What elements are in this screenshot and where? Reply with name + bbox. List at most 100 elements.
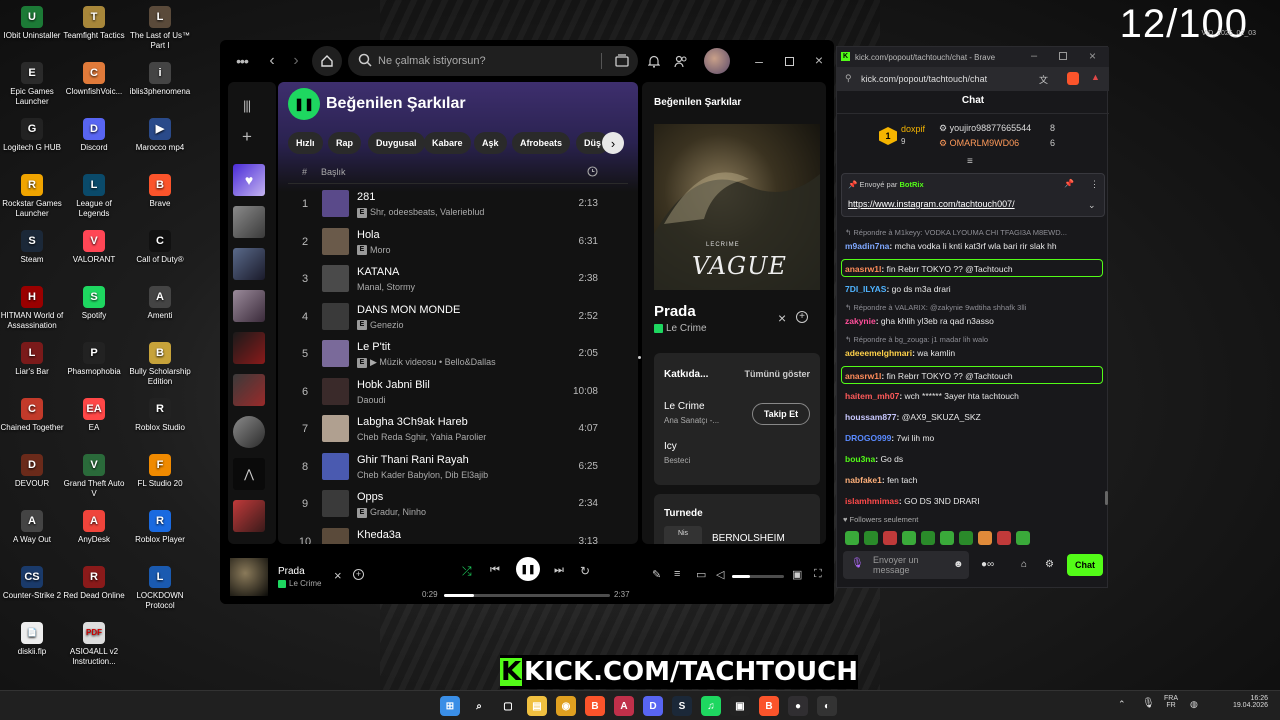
- desktop-icon[interactable]: CS Counter-Strike 2: [0, 566, 64, 601]
- desktop-icon[interactable]: A A Way Out: [0, 510, 64, 545]
- network-icon[interactable]: ◍: [1190, 699, 1198, 710]
- desktop-icon[interactable]: 📄 diskii.flp: [0, 622, 64, 657]
- desktop-icon[interactable]: L LOCKDOWN Protocol: [128, 566, 192, 611]
- now-title[interactable]: Prada: [278, 566, 305, 577]
- hide-icon[interactable]: ×: [334, 568, 342, 583]
- library-thumb[interactable]: [233, 416, 265, 448]
- filter-chip[interactable]: Rap: [328, 132, 362, 154]
- track-artist-name[interactable]: Shr, odeesbeats, Valerieblud: [370, 207, 484, 217]
- track-artist-name[interactable]: Moro: [370, 245, 391, 255]
- rewards-icon[interactable]: ▲: [1091, 72, 1100, 82]
- desktop-icon[interactable]: A AnyDesk: [62, 510, 126, 545]
- tray-arrow-icon[interactable]: ⌃: [1118, 699, 1126, 710]
- emote-icon[interactable]: [959, 531, 973, 545]
- chat-username[interactable]: anasrw1l: [845, 264, 881, 274]
- filter-chip[interactable]: Kabare: [424, 132, 471, 154]
- track-row[interactable]: 8 Ghir Thani Rani Rayah Cheb Kader Babylon…: [288, 449, 628, 486]
- track-title[interactable]: Kheda3a: [357, 529, 401, 541]
- track-row[interactable]: 6 Hobk Jabni Blil Daoudi 10:08: [288, 374, 628, 411]
- emote-icon[interactable]: [883, 531, 897, 545]
- library-thumb[interactable]: [233, 290, 265, 322]
- emote-icon[interactable]: [902, 531, 916, 545]
- browse-icon[interactable]: [615, 54, 629, 70]
- track-row[interactable]: 2 Hola E Moro 6:31: [288, 224, 628, 261]
- desktop-icon[interactable]: EA EA: [62, 398, 126, 433]
- desktop-icon[interactable]: S Steam: [0, 230, 64, 265]
- track-title[interactable]: Ghir Thani Rani Rayah: [357, 454, 469, 466]
- menu-dots-icon[interactable]: •••: [232, 53, 252, 69]
- address-bar[interactable]: ⚲ kick.com/popout/tachtouch/chat 文 ▲: [837, 67, 1109, 91]
- chat-username[interactable]: DROGO999: [845, 433, 891, 443]
- lyrics-icon[interactable]: ✎: [652, 568, 661, 581]
- desktop-icon[interactable]: L The Last of Us™ Part I: [128, 6, 192, 51]
- desktop-icon[interactable]: H HITMAN World of Assassination: [0, 286, 64, 331]
- brave-shield-icon[interactable]: [1067, 72, 1079, 85]
- brave-icon[interactable]: B: [585, 696, 605, 716]
- track-title[interactable]: 281: [357, 191, 375, 203]
- add-icon[interactable]: +: [242, 127, 252, 147]
- chat-username[interactable]: nabfake1: [845, 475, 882, 485]
- desktop-icon[interactable]: PDF ASIO4ALL v2 Instruction...: [62, 622, 126, 667]
- track-row[interactable]: 4 DANS MON MONDE E Genezio 2:52: [288, 299, 628, 336]
- desktop-icon[interactable]: B Brave: [128, 174, 192, 209]
- emote-icon[interactable]: [997, 531, 1011, 545]
- play-pause-button[interactable]: ❚❚: [288, 88, 320, 120]
- track-artist-name[interactable]: Daoudi: [357, 395, 386, 405]
- track-row[interactable]: 9 Opps E Gradur, Ninho 2:34: [288, 486, 628, 523]
- emote-icon[interactable]: [845, 531, 859, 545]
- follow-button[interactable]: Takip Et: [752, 403, 810, 425]
- app-icon[interactable]: ▣: [730, 696, 750, 716]
- liked-songs-thumb[interactable]: ♥: [233, 164, 265, 196]
- chat-username[interactable]: anasrw1l: [845, 371, 881, 381]
- discord-icon[interactable]: D: [643, 696, 663, 716]
- play-pause-button[interactable]: ❚❚: [516, 557, 540, 581]
- device-icon[interactable]: ▭: [696, 568, 706, 581]
- maximize-icon[interactable]: [1059, 52, 1067, 60]
- desktop-icon[interactable]: B Bully Scholarship Edition: [128, 342, 192, 387]
- track-row[interactable]: 7 Labgha 3Ch9ak Hareb Cheb Reda Sghir, Yah…: [288, 411, 628, 448]
- close-icon[interactable]: ×: [1089, 49, 1096, 63]
- url-text[interactable]: kick.com/popout/tachtouch/chat: [861, 74, 987, 84]
- chat-username[interactable]: houssam877: [845, 412, 897, 422]
- track-row[interactable]: 10 Kheda3a 3:13: [288, 524, 628, 544]
- bell-icon[interactable]: [646, 52, 662, 70]
- site-info-icon[interactable]: ⚲: [845, 73, 852, 84]
- credit1-name[interactable]: Le Crime: [664, 401, 705, 412]
- minimize-icon[interactable]: –: [752, 53, 766, 69]
- track-artist-name[interactable]: Cheb Reda Sghir, Yahia Parolier: [357, 432, 486, 442]
- library-thumb[interactable]: [233, 332, 265, 364]
- chips-next-icon[interactable]: ›: [602, 132, 624, 154]
- emote-icon[interactable]: [940, 531, 954, 545]
- filter-chip[interactable]: Duygusal: [368, 132, 425, 154]
- desktop-icon[interactable]: R Roblox Player: [128, 510, 192, 545]
- desktop-icon[interactable]: S Spotify: [62, 286, 126, 321]
- tour-item[interactable]: BERNOLSHEIM: [712, 533, 785, 544]
- search-input[interactable]: Ne çalmak istiyorsun?: [348, 46, 638, 76]
- repeat-icon[interactable]: ↻: [580, 564, 590, 578]
- emote-icon[interactable]: [978, 531, 992, 545]
- desktop-icon[interactable]: V VALORANT: [62, 230, 126, 265]
- resize-handle[interactable]: [638, 356, 641, 359]
- desktop-icon[interactable]: C Call of Duty®: [128, 230, 192, 265]
- desktop-icon[interactable]: U IObit Uninstaller: [0, 6, 64, 41]
- progress-bar[interactable]: [444, 594, 610, 597]
- more-icon[interactable]: ⋮: [1090, 179, 1099, 190]
- track-title[interactable]: Le P'tit: [357, 341, 390, 353]
- filter-chip[interactable]: Aşk: [474, 132, 507, 154]
- desktop-icon[interactable]: D DEVOUR: [0, 454, 64, 489]
- chat-username[interactable]: zakynie: [845, 316, 876, 326]
- desktop-icon[interactable]: G Logitech G HUB: [0, 118, 64, 153]
- library-thumb[interactable]: [233, 374, 265, 406]
- desktop-icon[interactable]: L League of Legends: [62, 174, 126, 219]
- message-input[interactable]: 🎙 Envoyer un message ☻: [843, 551, 969, 579]
- now-artist-name[interactable]: Le Crime: [289, 579, 321, 588]
- library-icon[interactable]: |||: [243, 98, 251, 113]
- track-artist-name[interactable]: Cheb Kader Babylon, Dib El3ajib: [357, 470, 488, 480]
- desktop-icon[interactable]: E Epic Games Launcher: [0, 62, 64, 107]
- chat-username[interactable]: 7DI_ILYAS: [845, 284, 886, 294]
- desktop-icon[interactable]: R Roblox Studio: [128, 398, 192, 433]
- library-thumb[interactable]: [233, 248, 265, 280]
- track-artist-name[interactable]: Gradur, Ninho: [370, 507, 426, 517]
- expand-icon[interactable]: ⌄: [1088, 200, 1096, 211]
- chrome-icon[interactable]: ◉: [556, 696, 576, 716]
